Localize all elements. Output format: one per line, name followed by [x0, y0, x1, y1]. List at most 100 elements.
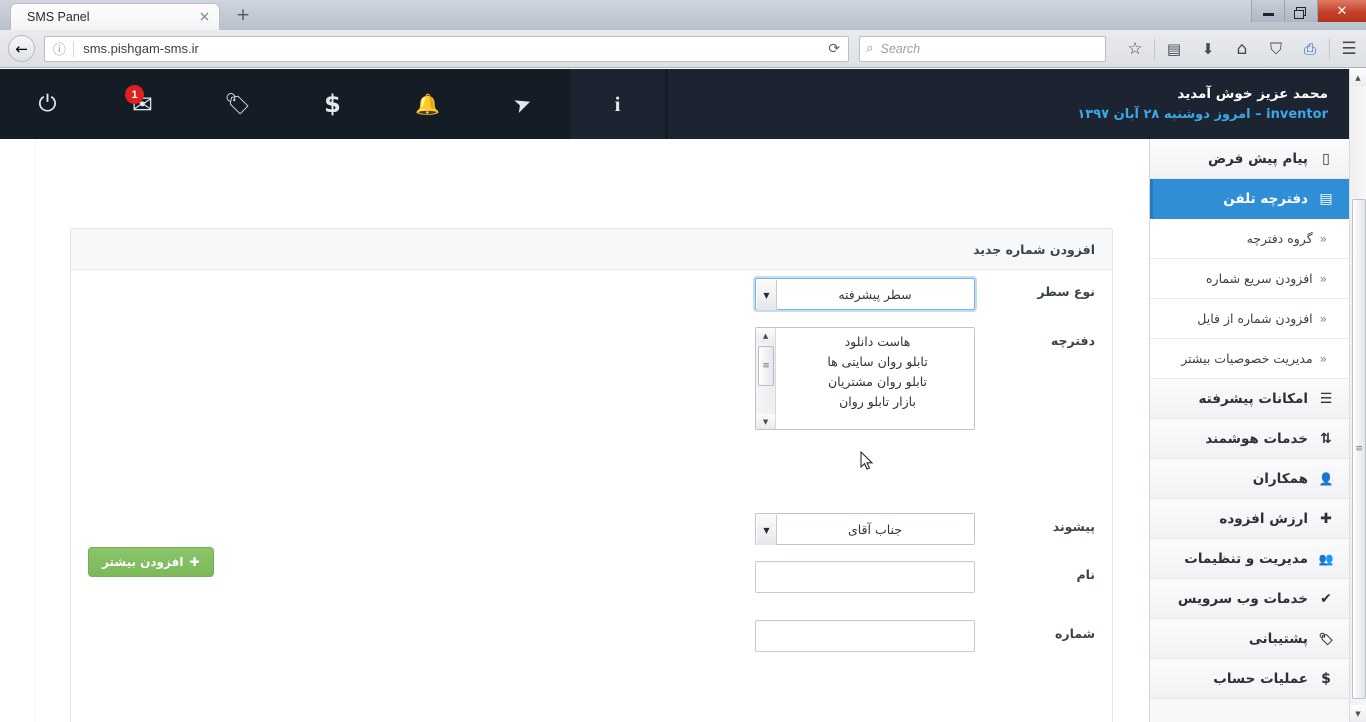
scrollbar-thumb[interactable]: ≡: [1352, 199, 1366, 699]
sidebar-item-colleagues[interactable]: 👤 همکاران: [1150, 459, 1349, 499]
close-icon[interactable]: ×: [196, 9, 213, 26]
add-more-button[interactable]: ✚ افزودن بیشتر: [88, 547, 214, 577]
sidebar-item-add-number-from-file[interactable]: « افزودن شماره از فایل: [1150, 299, 1349, 339]
account-icon[interactable]: ⎙: [1293, 34, 1327, 64]
phonebook-field: دفترچه هاست دانلود تابلو روان سایتی ها ت…: [755, 327, 1095, 430]
site-info-icon[interactable]: ⓘ: [45, 39, 73, 58]
exchange-icon: ⇅: [1320, 430, 1332, 447]
number-control: [755, 620, 975, 652]
library-icon[interactable]: ▤: [1157, 34, 1191, 64]
new-tab-button[interactable]: +: [231, 5, 255, 27]
number-label: شماره: [1055, 626, 1095, 641]
chevron-icon: «: [1319, 351, 1327, 366]
list-item[interactable]: تابلو روان مشتریان: [777, 374, 974, 389]
welcome-block: محمد عزیز خوش آمدید inventor – امروز دوش…: [1077, 84, 1328, 125]
sidebar-item-quick-add-number[interactable]: « افزودن سریع شماره: [1150, 259, 1349, 299]
search-placeholder: Search: [880, 41, 921, 56]
list-icon: ☰: [1319, 390, 1333, 407]
prefix-select[interactable]: جناب آقای ▼: [755, 513, 975, 545]
browser-tab[interactable]: SMS Panel ×: [10, 3, 220, 30]
tab-title: SMS Panel: [27, 10, 90, 24]
prefix-control: جناب آقای ▼: [755, 513, 975, 545]
sidebar-item-label: خدمات هوشمند: [1205, 430, 1308, 447]
dollar-icon[interactable]: $: [285, 69, 380, 139]
main-content: افزودن شماره جدید نوع سطر سطر پیشرفته ▼ …: [36, 139, 1149, 722]
sidebar-item-manage-more-properties[interactable]: « مدیریت خصوصیات بیشتر: [1150, 339, 1349, 379]
number-input[interactable]: [755, 620, 975, 652]
sidebar-item-management-settings[interactable]: 👥 مدیریت و تنظیمات: [1150, 539, 1349, 579]
minimize-button[interactable]: [1251, 0, 1284, 22]
sidebar-item-phonebook-group[interactable]: « گروه دفترچه: [1150, 219, 1349, 259]
sidebar-item-smart-services[interactable]: ⇅ خدمات هوشمند: [1150, 419, 1349, 459]
sidebar-item-label: دفترچه تلفن: [1223, 190, 1308, 207]
name-control: [755, 561, 975, 593]
mail-icon[interactable]: ✉ 1: [95, 69, 190, 139]
back-button[interactable]: ←: [7, 34, 36, 64]
chevron-down-icon[interactable]: ▼: [757, 280, 777, 310]
search-bar[interactable]: ⌕ Search: [859, 35, 1106, 62]
sidebar-item-phonebook[interactable]: ▤ دفترچه تلفن: [1150, 179, 1349, 219]
page-scrollbar[interactable]: ▲ ≡ ▼: [1349, 69, 1366, 722]
scroll-up-icon[interactable]: ▲: [1350, 69, 1366, 86]
user-tie-icon: 👤: [1318, 471, 1334, 486]
sidebar-item-label: امکانات پیشرفته: [1198, 390, 1308, 407]
reload-icon[interactable]: ⟳: [820, 41, 848, 57]
scroll-up-icon[interactable]: ▲: [756, 328, 775, 343]
menu-icon[interactable]: ☰: [1332, 34, 1366, 64]
maximize-button[interactable]: [1284, 0, 1317, 22]
page-viewport: ⏻ ✉ 1 🏷 $ 🔔 ➤ i محمد عزیز خوش آمدید inve…: [0, 69, 1366, 722]
sidebar-subitem-label: افزودن شماره از فایل: [1197, 311, 1313, 326]
pocket-icon[interactable]: ⛉: [1259, 34, 1293, 64]
chevron-icon: «: [1319, 231, 1327, 246]
sidebar-item-advanced-features[interactable]: ☰ امکانات پیشرفته: [1150, 379, 1349, 419]
back-icon: ←: [8, 35, 36, 62]
phonebook-scrollbar[interactable]: ▲ ≡ ▼: [756, 328, 776, 429]
browser-window: SMS Panel × + ✕ ← ⓘ sms.pishgam-sms.ir ⟳: [0, 0, 1366, 722]
add-more-label: افزودن بیشتر: [102, 555, 184, 569]
chevron-down-icon[interactable]: ▼: [757, 515, 777, 545]
row-type-value: سطر پیشرفته: [838, 286, 912, 302]
tag-icon[interactable]: 🏷: [190, 69, 285, 139]
list-item[interactable]: بازار تابلو روان: [777, 394, 974, 409]
sidebar-subitem-label: مدیریت خصوصیات بیشتر: [1181, 351, 1313, 366]
panel-title: افزودن شماره جدید: [71, 229, 1112, 270]
browser-navbar: ← ⓘ sms.pishgam-sms.ir ⟳ ⌕ Search ☆ ▤ ⬇ …: [0, 30, 1366, 68]
sidebar-item-label: همکاران: [1252, 470, 1308, 487]
welcome-line-2: inventor – امروز دوشنبه ۲۸ آبان ۱۳۹۷: [1077, 106, 1328, 122]
toolbar-divider: [1154, 38, 1155, 59]
scrollbar-thumb[interactable]: ≡: [758, 346, 774, 386]
bell-icon[interactable]: 🔔: [380, 69, 475, 139]
sidebar-item-support[interactable]: 🏷 پشتیبانی: [1150, 619, 1349, 659]
sidebar-item-account-operations[interactable]: $ عملیات حساب: [1150, 659, 1349, 699]
sidebar-item-default-message[interactable]: ▯ پیام پیش فرض: [1150, 139, 1349, 179]
scroll-down-icon[interactable]: ▼: [1350, 705, 1366, 722]
chevron-icon: «: [1319, 311, 1327, 326]
url-bar[interactable]: ⓘ sms.pishgam-sms.ir ⟳: [44, 35, 850, 62]
row-type-select[interactable]: سطر پیشرفته ▼: [755, 278, 975, 310]
row-type-label: نوع سطر: [1037, 284, 1095, 299]
sidebar-item-web-service[interactable]: ✔ خدمات وب سرویس: [1150, 579, 1349, 619]
close-button[interactable]: ✕: [1317, 0, 1366, 22]
sidebar: ▯ پیام پیش فرض ▤ دفترچه تلفن « گروه دفتر…: [1149, 139, 1349, 722]
info-icon[interactable]: i: [570, 69, 665, 139]
scroll-down-icon[interactable]: ▼: [756, 414, 775, 429]
prefix-field: پیشوند جناب آقای ▼: [755, 513, 1095, 545]
list-item[interactable]: تابلو روان سایتی ها: [777, 354, 974, 369]
downloads-icon[interactable]: ⬇: [1191, 34, 1225, 64]
prefix-label: پیشوند: [1052, 519, 1095, 534]
panel-title-text: افزودن شماره جدید: [973, 241, 1095, 257]
sidebar-item-value-added[interactable]: ✚ ارزش افزوده: [1150, 499, 1349, 539]
power-icon[interactable]: ⏻: [0, 69, 95, 139]
minimize-icon: [1262, 12, 1274, 16]
chevron-icon: «: [1319, 271, 1327, 286]
book-icon: ▤: [1319, 190, 1333, 207]
list-item[interactable]: هاست دانلود: [777, 334, 974, 349]
phonebook-listbox[interactable]: هاست دانلود تابلو روان سایتی ها تابلو رو…: [755, 327, 975, 430]
home-icon[interactable]: ⌂: [1225, 34, 1259, 64]
name-input[interactable]: [755, 561, 975, 593]
users-icon: 👥: [1318, 551, 1334, 566]
bookmark-star-icon[interactable]: ☆: [1118, 34, 1152, 64]
browser-toolbar-icons: ☆ ▤ ⬇ ⌂ ⛉ ⎙ ☰: [1118, 34, 1366, 64]
window-controls: ✕: [1251, 0, 1366, 22]
tag-icon: 🏷: [1318, 631, 1334, 646]
